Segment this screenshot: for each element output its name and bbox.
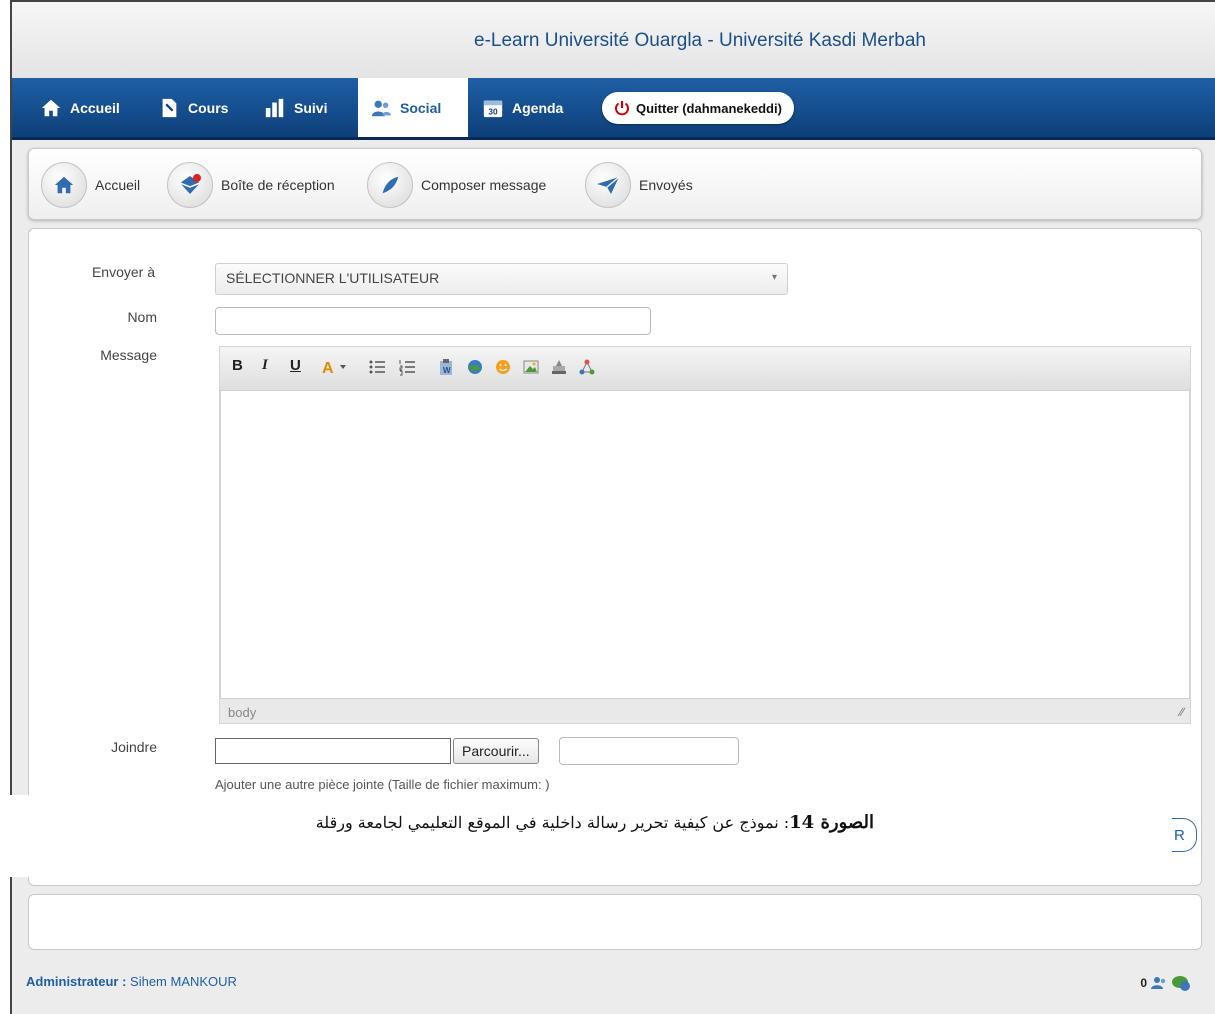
svg-text:A: A (322, 360, 334, 376)
nav-item-cours[interactable]: Cours (158, 78, 228, 137)
attachment-comment-input[interactable] (559, 737, 739, 765)
subnav-sent[interactable]: Envoyés (585, 162, 693, 208)
attach-label: Joindre (111, 739, 157, 755)
compose-panel: Envoyer à SÉLECTIONNER L'UTILISATEUR ▾ N… (28, 228, 1202, 886)
caption-body: : نموذج عن كيفية تحرير رسالة داخلية في ا… (315, 813, 790, 832)
name-label: Nom (127, 309, 157, 325)
editor-toolbar: B I U A W (220, 347, 1190, 390)
svg-text:W: W (443, 366, 451, 375)
caption-number: الصورة 14 (789, 812, 874, 833)
attachment-help-text: Ajouter une autre pièce jointe (Taille d… (215, 777, 550, 792)
nav-item-social[interactable]: Social (358, 78, 468, 137)
footer-username[interactable]: Sihem MANKOUR (130, 974, 237, 989)
editor-path: body (228, 705, 257, 720)
send-button[interactable]: R (1172, 818, 1197, 852)
users-icon (371, 100, 392, 116)
power-icon (615, 101, 629, 116)
online-count: 0 (1140, 976, 1147, 990)
subnav-label: Accueil (95, 177, 141, 193)
subnav-inbox[interactable]: Boîte de réception (167, 162, 335, 208)
to-label: Envoyer à (91, 264, 155, 280)
underline-button[interactable]: U (290, 357, 301, 374)
nav-label: Agenda (512, 99, 564, 116)
users-icon (1151, 977, 1166, 989)
calendar-day: 30 (488, 107, 498, 116)
subnav-label: Composer message (421, 177, 547, 193)
diagram-icon[interactable] (578, 358, 596, 376)
home-icon (41, 99, 61, 116)
quit-label: Quitter (dahmanekeddi) (636, 100, 782, 116)
home-icon (41, 162, 87, 208)
numbered-list-icon[interactable] (398, 358, 416, 376)
font-color-icon[interactable]: A (322, 358, 348, 376)
inbox-icon (167, 162, 213, 208)
paste-word-icon[interactable]: W (438, 358, 456, 376)
bullet-list-icon[interactable] (368, 358, 386, 376)
nav-item-suivi[interactable]: Suivi (264, 78, 327, 137)
header: e-Learn Université Ouargla - Université … (12, 0, 1215, 78)
image-icon[interactable] (522, 358, 540, 376)
bar-chart-icon (265, 98, 284, 117)
recipient-select-value: SÉLECTIONNER L'UTILISATEUR (226, 270, 440, 286)
subnav-accueil[interactable]: Accueil (41, 162, 141, 208)
subnav-compose[interactable]: Composer message (367, 162, 547, 208)
document-icon (162, 98, 177, 117)
resize-handle-icon[interactable]: ∕∕ (1180, 705, 1184, 719)
message-editor: B I U A W body ∕∕ (219, 346, 1191, 724)
caption-text: الصورة 14: نموذج عن كيفية تحرير رسالة دا… (316, 812, 874, 833)
paper-plane-icon (585, 162, 631, 208)
figure-caption: الصورة 14: نموذج عن كيفية تحرير رسالة دا… (0, 795, 1165, 877)
italic-button[interactable]: I (262, 357, 268, 374)
attachment-path-input[interactable] (215, 738, 451, 764)
quit-button[interactable]: Quitter (dahmanekeddi) (602, 92, 794, 124)
bold-button[interactable]: B (232, 357, 243, 374)
main-nav: Accueil Cours Suivi Social 30 Agenda Qui… (12, 78, 1215, 140)
recipient-select[interactable]: SÉLECTIONNER L'UTILISATEUR ▾ (215, 263, 788, 295)
media-icon[interactable] (550, 358, 568, 376)
nav-label: Accueil (70, 99, 120, 116)
nav-item-accueil[interactable]: Accueil (40, 78, 120, 137)
footer-user: Administrateur : Sihem MANKOUR (26, 974, 237, 989)
message-label: Message (100, 347, 157, 363)
empty-panel (28, 894, 1202, 950)
browse-button[interactable]: Parcourir... (453, 738, 539, 764)
social-subnav: Accueil Boîte de réception Composer mess… (28, 148, 1202, 220)
feather-icon (367, 162, 413, 208)
subnav-label: Boîte de réception (221, 177, 335, 193)
nav-label: Social (400, 99, 442, 116)
link-globe-icon[interactable] (466, 358, 484, 376)
nav-item-agenda[interactable]: 30 Agenda (482, 78, 563, 137)
online-users[interactable]: 0 (1140, 974, 1191, 992)
chat-icon (1172, 976, 1190, 991)
subnav-label: Envoyés (639, 177, 693, 193)
select-arrow-icon: ▾ (771, 272, 777, 283)
nav-label: Cours (188, 99, 229, 116)
site-title: e-Learn Université Ouargla - Université … (474, 30, 926, 51)
calendar-icon: 30 (483, 100, 503, 117)
footer-role: Administrateur : (26, 974, 127, 989)
emoticon-icon[interactable] (494, 358, 512, 376)
message-body-area[interactable] (220, 390, 1190, 699)
nav-label: Suivi (294, 99, 328, 116)
name-input[interactable] (215, 307, 651, 335)
